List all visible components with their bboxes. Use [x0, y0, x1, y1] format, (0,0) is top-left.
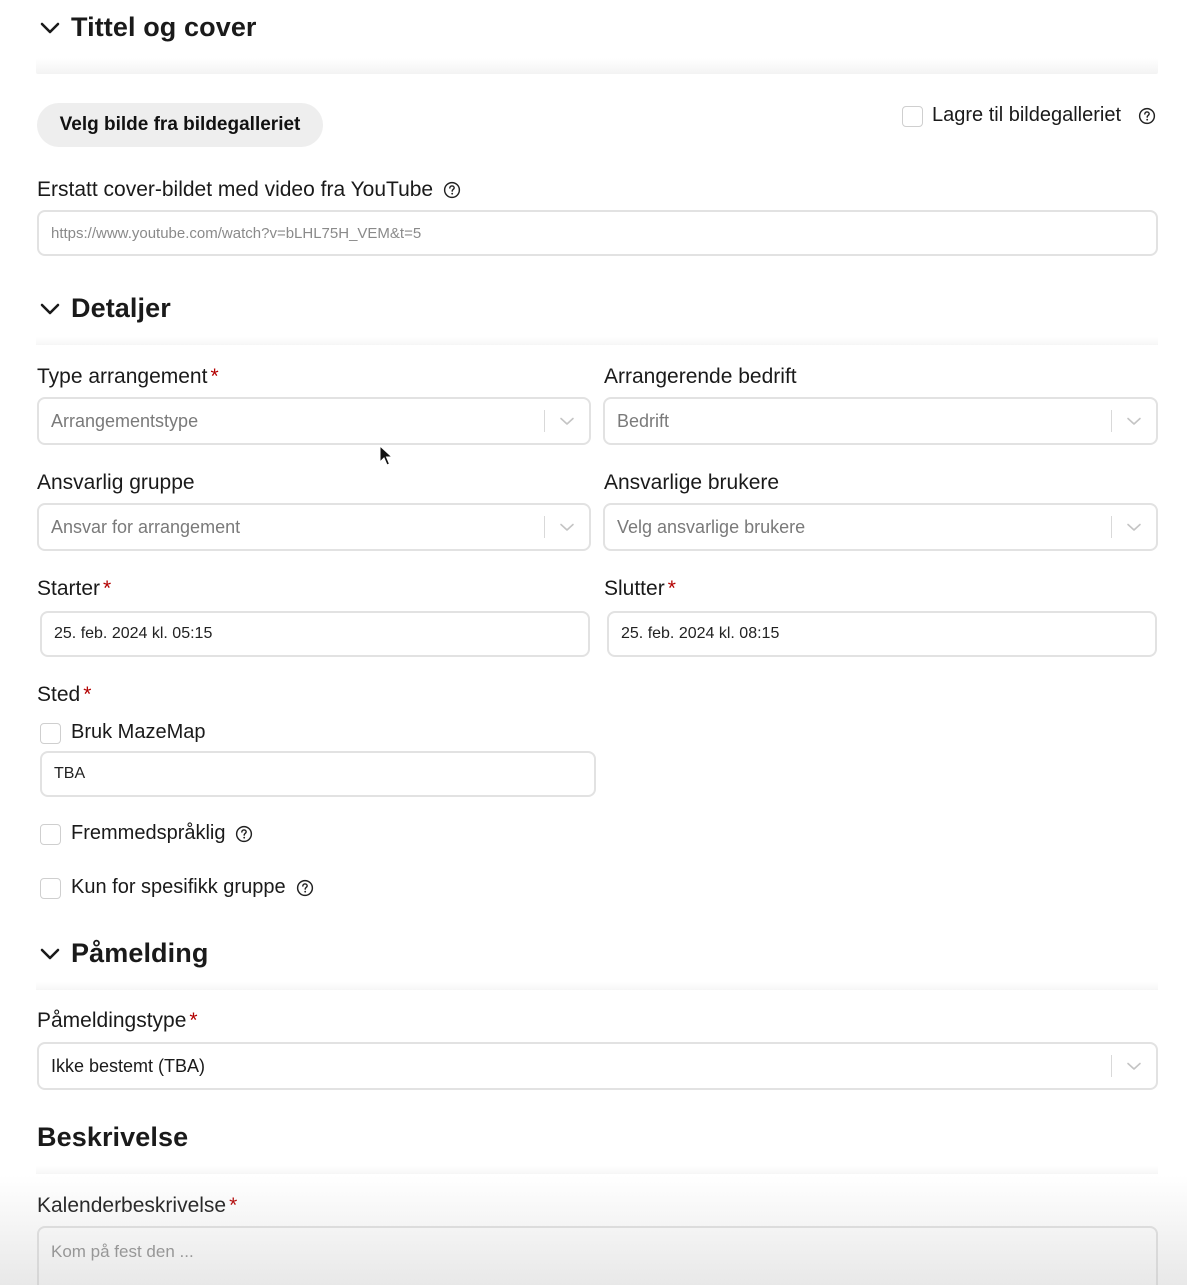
section-title-description: Beskrivelse: [37, 1122, 189, 1152]
chevron-down-icon[interactable]: [1125, 518, 1143, 536]
help-icon[interactable]: [443, 181, 461, 199]
youtube-url-placeholder: https://www.youtube.com/watch?v=bLHL75H_…: [51, 224, 422, 242]
select-separator: [544, 410, 545, 432]
end-datetime-input[interactable]: 25. feb. 2024 kl. 08:15: [607, 611, 1157, 657]
required-marker: *: [189, 1009, 198, 1032]
location-label-text: Sted: [37, 683, 81, 706]
event-type-label-text: Type arrangement: [37, 365, 208, 388]
end-label-text: Slutter: [604, 577, 665, 600]
section-divider: [36, 58, 1158, 74]
calendar-description-label: Kalenderbeskrivelse *: [37, 1194, 237, 1218]
location-input[interactable]: TBA: [40, 751, 596, 797]
registration-type-label: Påmeldingstype *: [37, 1009, 198, 1033]
section-header-details[interactable]: Detaljer: [39, 293, 171, 324]
section-header-title-cover[interactable]: Tittel og cover: [39, 12, 257, 43]
registration-type-label-text: Påmeldingstype: [37, 1009, 187, 1032]
choose-from-gallery-button[interactable]: Velg bilde fra bildegalleriet: [37, 103, 323, 147]
section-title: Detaljer: [71, 293, 171, 323]
help-icon[interactable]: [1138, 107, 1156, 125]
calendar-description-placeholder: Kom på fest den ...: [51, 1242, 194, 1261]
registration-type-select[interactable]: Ikke bestemt (TBA): [37, 1042, 1158, 1090]
chevron-down-icon[interactable]: [558, 518, 576, 536]
event-type-label: Type arrangement *: [37, 365, 219, 389]
chevron-down-icon[interactable]: [1125, 412, 1143, 430]
save-to-gallery-checkbox[interactable]: [902, 106, 923, 127]
section-title: Tittel og cover: [71, 12, 257, 42]
chevron-down-icon[interactable]: [558, 412, 576, 430]
calendar-description-label-text: Kalenderbeskrivelse: [37, 1194, 227, 1217]
section-header-registration[interactable]: Påmelding: [39, 938, 208, 969]
chevron-down-icon[interactable]: [1125, 1057, 1143, 1075]
select-separator: [1111, 410, 1112, 432]
required-marker: *: [103, 577, 112, 600]
calendar-description-textarea[interactable]: Kom på fest den ...: [37, 1226, 1158, 1285]
start-datetime-input[interactable]: 25. feb. 2024 kl. 05:15: [40, 611, 590, 657]
chevron-down-icon: [39, 17, 61, 39]
group-label: Ansvarlig gruppe: [37, 471, 195, 494]
company-select[interactable]: Bedrift: [603, 397, 1158, 445]
save-to-gallery-label: Lagre til bildegalleriet: [932, 104, 1122, 126]
group-placeholder: Ansvar for arrangement: [51, 516, 241, 537]
start-label-text: Starter: [37, 577, 101, 600]
event-type-select[interactable]: Arrangementstype: [37, 397, 591, 445]
foreign-language-checkbox[interactable]: [40, 824, 61, 845]
help-icon[interactable]: [235, 825, 253, 843]
responsible-group-select[interactable]: Ansvar for arrangement: [37, 503, 591, 551]
mazemap-checkbox[interactable]: [40, 723, 61, 744]
mazemap-label: Bruk MazeMap: [71, 721, 206, 743]
chevron-down-icon: [39, 943, 61, 965]
section-title: Påmelding: [71, 938, 209, 968]
required-marker: *: [83, 683, 92, 706]
end-datetime-value: 25. feb. 2024 kl. 08:15: [621, 625, 780, 642]
location-label: Sted *: [37, 683, 91, 707]
select-separator: [544, 516, 545, 538]
required-marker: *: [229, 1194, 238, 1217]
event-type-placeholder: Arrangementstype: [51, 410, 199, 431]
company-label: Arrangerende bedrift: [604, 365, 797, 388]
location-value: TBA: [54, 765, 86, 782]
specific-group-label: Kun for spesifikk gruppe: [71, 876, 286, 898]
youtube-url-input[interactable]: https://www.youtube.com/watch?v=bLHL75H_…: [37, 210, 1158, 256]
mouse-pointer-icon: [379, 445, 393, 466]
foreign-language-label: Fremmedspråklig: [71, 822, 226, 844]
help-icon[interactable]: [296, 879, 314, 897]
registration-type-value: Ikke bestemt (TBA): [51, 1055, 206, 1076]
end-label: Slutter *: [604, 577, 676, 601]
users-label: Ansvarlige brukere: [604, 471, 780, 494]
specific-group-checkbox[interactable]: [40, 878, 61, 899]
chevron-down-icon: [39, 298, 61, 320]
section-divider: [36, 1166, 1158, 1174]
start-label: Starter *: [37, 577, 111, 601]
required-marker: *: [210, 365, 219, 388]
select-separator: [1111, 516, 1112, 538]
required-marker: *: [667, 577, 676, 600]
section-divider: [36, 982, 1158, 990]
start-datetime-value: 25. feb. 2024 kl. 05:15: [54, 625, 213, 642]
company-placeholder: Bedrift: [617, 410, 670, 431]
section-divider: [36, 337, 1158, 345]
select-separator: [1111, 1055, 1112, 1077]
youtube-label: Erstatt cover-bildet med video fra YouTu…: [37, 178, 434, 201]
responsible-users-select[interactable]: Velg ansvarlige brukere: [603, 503, 1158, 551]
users-placeholder: Velg ansvarlige brukere: [617, 516, 806, 537]
